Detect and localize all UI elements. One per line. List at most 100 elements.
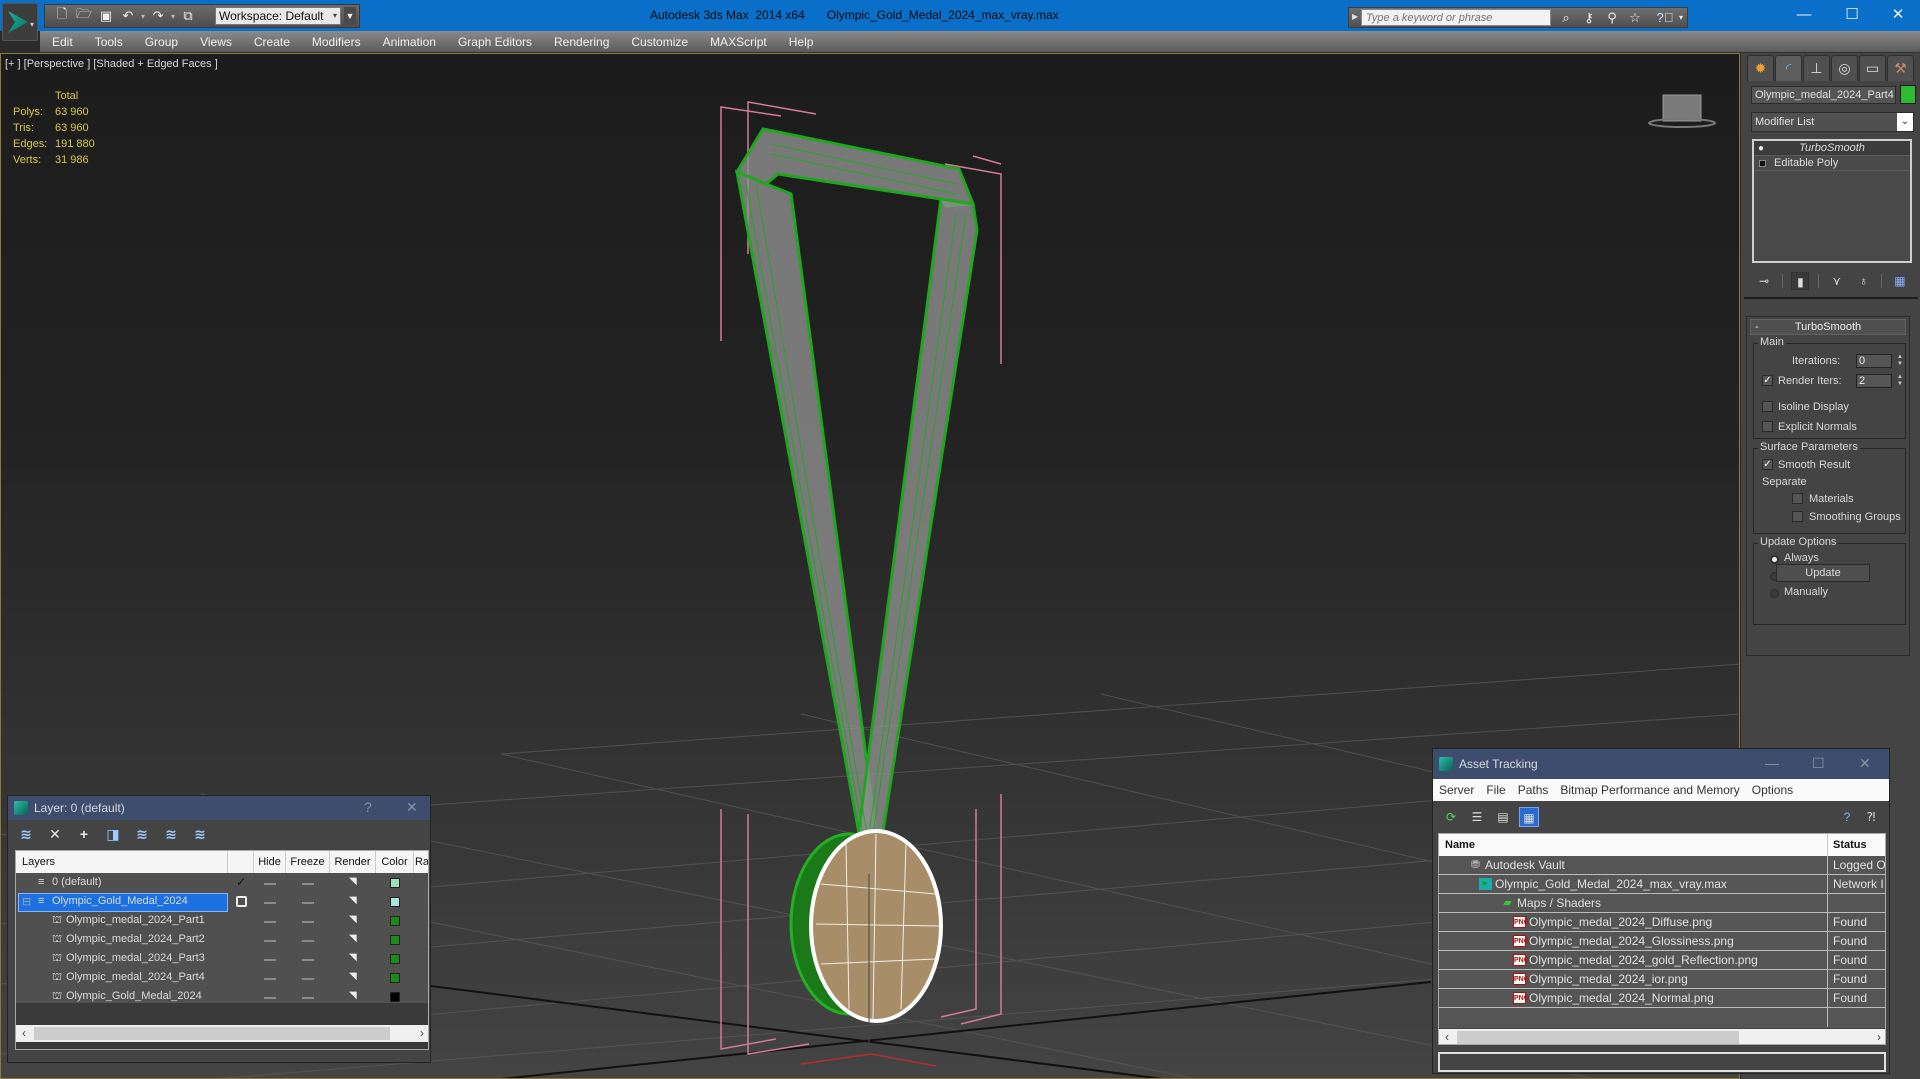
binoculars-icon[interactable]: ⌕	[1556, 9, 1576, 27]
display-tab[interactable]: ▭	[1859, 55, 1886, 81]
asset-row[interactable]: PNG Olympic_medal_2024_Glossiness.png Foun…	[1439, 932, 1885, 951]
layer-color-swatch[interactable]	[390, 973, 400, 983]
layer-row[interactable]: ⛫ Olympic_Gold_Medal_2024 ◥	[16, 988, 428, 1007]
update-button[interactable]: Update	[1776, 564, 1870, 582]
hierarchy-tab[interactable]: ⊥	[1803, 55, 1830, 81]
motion-tab[interactable]: ◎	[1831, 55, 1858, 81]
hide-toggle[interactable]	[264, 997, 276, 999]
spinner-arrows-icon[interactable]: ▲ ▼	[1896, 354, 1904, 368]
redo-dropdown-icon[interactable]: ▾	[171, 12, 175, 21]
render-teapot-icon[interactable]: ◥	[349, 895, 361, 906]
refresh-icon[interactable]: ⟳	[1441, 807, 1461, 827]
layer-name[interactable]: Olympic_medal_2024_Part3	[66, 952, 205, 964]
close-button[interactable]: ✕	[1878, 4, 1918, 26]
horizontal-scrollbar[interactable]: ‹ ›	[16, 1025, 428, 1042]
project-folder-icon[interactable]: ⧉	[179, 7, 197, 25]
close-button[interactable]: ✕	[1859, 755, 1871, 772]
configure-modifier-sets-icon[interactable]: ▦	[1891, 272, 1909, 290]
dialog-titlebar[interactable]: Asset Tracking — ☐ ✕	[1433, 749, 1889, 779]
tree-view-icon[interactable]: ▤	[1493, 807, 1513, 827]
asset-row[interactable]: PNG Olympic_medal_2024_ior.png Found	[1439, 970, 1885, 989]
new-file-icon[interactable]: 🗋	[53, 6, 71, 25]
menu-maxscript[interactable]: MAXScript	[699, 32, 778, 52]
layer-color-swatch[interactable]	[390, 878, 400, 888]
freeze-toggle[interactable]	[302, 997, 314, 999]
column-divider[interactable]	[1827, 834, 1828, 856]
key-icon[interactable]: ⚷	[1579, 9, 1599, 27]
select-objects-icon[interactable]: ◨	[103, 825, 123, 843]
layer-color-swatch[interactable]	[390, 954, 400, 964]
select-layer-icon[interactable]: ≋	[132, 825, 152, 843]
undo-dropdown-icon[interactable]: ▾	[141, 12, 145, 21]
layer-name[interactable]: Olympic_Gold_Medal_2024	[52, 895, 188, 907]
asset-row[interactable]: ⛃ Autodesk Vault Logged O	[1439, 856, 1885, 875]
menu-bitmap-performance[interactable]: Bitmap Performance and Memory	[1554, 783, 1745, 797]
update-manually-radio[interactable]	[1770, 589, 1779, 598]
menu-group[interactable]: Group	[134, 32, 189, 52]
layer-color-swatch[interactable]	[390, 916, 400, 926]
scrollbar-thumb[interactable]	[34, 1027, 390, 1040]
layer-name[interactable]: Olympic_medal_2024_Part4	[66, 971, 205, 983]
delete-layer-icon[interactable]: ✕	[45, 825, 65, 843]
table-view-icon[interactable]: ▦	[1519, 807, 1539, 827]
expand-arrow-icon[interactable]: ▶	[1352, 12, 1358, 21]
make-current-checkbox[interactable]	[236, 896, 247, 907]
menu-help[interactable]: Help	[778, 32, 825, 52]
stack-item-editable-poly[interactable]: Editable Poly	[1754, 156, 1910, 171]
menu-tools[interactable]: Tools	[84, 32, 134, 52]
render-teapot-icon[interactable]: ◥	[349, 971, 361, 982]
layer-color-swatch[interactable]	[390, 935, 400, 945]
layer-row[interactable]: ⛫ Olympic_medal_2024_Part2 ◥	[16, 931, 428, 950]
menu-create[interactable]: Create	[243, 32, 301, 52]
layer-color-swatch[interactable]	[390, 897, 400, 907]
layer-name[interactable]: Olympic_medal_2024_Part1	[66, 914, 205, 926]
freeze-toggle[interactable]	[302, 921, 314, 923]
hide-toggle[interactable]	[264, 883, 276, 885]
help-icon[interactable]: ?	[1837, 807, 1857, 827]
column-name[interactable]: Name	[1445, 839, 1475, 851]
minimize-button[interactable]: —	[1784, 4, 1824, 26]
hide-toggle[interactable]	[264, 978, 276, 980]
spinner-arrows-icon[interactable]: ▲ ▼	[1896, 374, 1904, 388]
minimize-button[interactable]: —	[1765, 755, 1779, 771]
current-layer-checkmark-icon[interactable]: ✓	[236, 875, 246, 889]
freeze-toggle[interactable]	[302, 978, 314, 980]
column-freeze[interactable]: Freeze	[286, 851, 330, 873]
scroll-left-icon[interactable]: ‹	[16, 1025, 32, 1042]
customize-qat-button[interactable]: ▼	[344, 7, 356, 25]
viewcube-icon[interactable]	[1647, 90, 1717, 130]
layer-color-swatch[interactable]	[390, 992, 400, 1002]
menu-modifiers[interactable]: Modifiers	[301, 32, 372, 52]
satellite-icon[interactable]: ⚲	[1602, 9, 1622, 27]
modifier-list-dropdown[interactable]: Modifier List ⌄	[1751, 112, 1914, 132]
menu-file[interactable]: File	[1480, 783, 1511, 797]
create-layer-icon[interactable]: ≋	[16, 825, 36, 843]
render-teapot-icon[interactable]: ◥	[349, 914, 361, 925]
open-file-icon[interactable]: 🗁	[75, 6, 93, 25]
dialog-titlebar[interactable]: Layer: 0 (default) ? ✕	[8, 796, 430, 820]
redo-icon[interactable]: ↷	[149, 7, 167, 25]
materials-checkbox[interactable]	[1792, 493, 1803, 504]
column-radiosity[interactable]: Ra	[414, 851, 428, 873]
hide-toggle[interactable]	[264, 940, 276, 942]
viewport-label[interactable]: [+ ] [Perspective ] [Shaded + Edged Face…	[5, 58, 218, 70]
column-layers[interactable]: Layers	[16, 851, 228, 873]
render-teapot-icon[interactable]: ◥	[349, 990, 361, 1001]
stack-item-turbosmooth[interactable]: ● TurboSmooth	[1754, 141, 1910, 156]
layer-row[interactable]: ⛫ Olympic_medal_2024_Part4 ◥	[16, 969, 428, 988]
list-view-icon[interactable]: ☰	[1467, 807, 1487, 827]
undo-icon[interactable]: ↶	[119, 7, 137, 25]
expand-icon[interactable]	[1759, 160, 1766, 167]
layer-name[interactable]: 0 (default)	[52, 876, 102, 888]
set-current-layer-icon[interactable]: ≋	[161, 825, 181, 843]
menu-rendering[interactable]: Rendering	[543, 32, 620, 52]
asset-row[interactable]: PNG Olympic_medal_2024_Normal.png Found	[1439, 989, 1885, 1008]
layer-settings-icon[interactable]: ≋	[190, 825, 210, 843]
scrollbar-thumb[interactable]	[1457, 1031, 1739, 1044]
maximize-button[interactable]: ☐	[1832, 4, 1872, 26]
maximize-button[interactable]: ☐	[1812, 755, 1825, 772]
asset-row[interactable]: PNG Olympic_medal_2024_Diffuse.png Found	[1439, 913, 1885, 932]
column-color[interactable]: Color	[376, 851, 414, 873]
star-icon[interactable]: ☆	[1625, 9, 1645, 27]
lightbulb-icon[interactable]: ●	[1758, 141, 1764, 156]
